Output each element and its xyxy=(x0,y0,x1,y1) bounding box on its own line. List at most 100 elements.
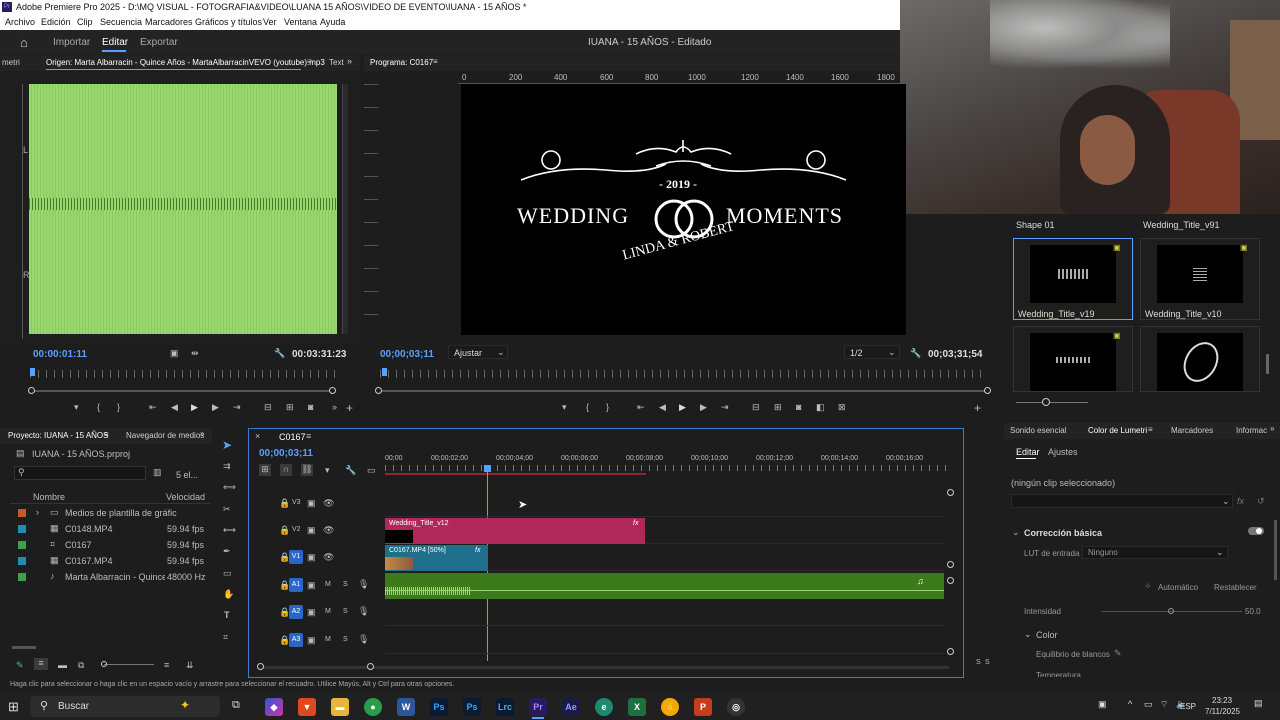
solo-button[interactable]: S xyxy=(343,581,348,588)
powerpoint-icon[interactable]: P xyxy=(694,698,712,716)
subtab-ajustes[interactable]: Ajustes xyxy=(1048,447,1078,457)
pencil-icon[interactable]: ✎ xyxy=(16,660,24,671)
go-to-out-icon[interactable]: ⇥ xyxy=(233,402,241,413)
clock-time[interactable]: 23:23 xyxy=(1212,696,1232,705)
windows-start-icon[interactable]: ⊞ xyxy=(8,699,19,715)
language-indicator[interactable]: ESP xyxy=(1180,702,1196,711)
timeline-h-scrollbar[interactable] xyxy=(259,666,949,669)
sync-icon[interactable]: ▣ xyxy=(307,607,316,618)
play-icon[interactable]: ▶ xyxy=(191,402,198,413)
nest-icon[interactable]: ⊞ xyxy=(259,464,271,476)
list-view-icon[interactable]: ≡ xyxy=(34,658,48,670)
source-timecode-in[interactable]: 00:00:01:11 xyxy=(33,349,87,360)
project-h-scrollbar[interactable] xyxy=(12,646,36,649)
mark-in-icon[interactable]: { xyxy=(586,402,589,412)
lift-icon[interactable]: ⊟ xyxy=(752,402,760,413)
export-frame-icon[interactable]: ◙ xyxy=(308,402,313,412)
section-toggle[interactable] xyxy=(1248,527,1264,535)
tab-metrics[interactable]: metri xyxy=(2,58,20,67)
timeline-ruler[interactable]: 00;00 00;00;02;00 00;00;04;00 00;00;06;0… xyxy=(385,449,950,477)
graphic-tile-v19[interactable]: ▣ Wedding_Title_v19 xyxy=(1013,238,1133,320)
solo-button[interactable]: S xyxy=(343,608,348,615)
program-zoom-left-handle[interactable] xyxy=(375,387,382,394)
auto-button[interactable]: Automático xyxy=(1158,583,1198,592)
step-back-icon[interactable]: ◀ xyxy=(659,402,666,413)
camera-icon[interactable]: ▣ xyxy=(170,348,179,359)
menu-secuencia[interactable]: Secuencia xyxy=(100,17,142,27)
eye-icon[interactable]: 👁 xyxy=(323,525,334,536)
eye-icon[interactable]: 👁 xyxy=(323,498,334,509)
intensity-slider-handle[interactable] xyxy=(1168,608,1174,614)
timeline-menu-icon[interactable]: ≡ xyxy=(306,431,311,441)
mic-icon[interactable]: 🎙 xyxy=(358,579,369,590)
marker-icon[interactable]: ▾ xyxy=(562,402,567,413)
snap-icon[interactable]: ∩ xyxy=(280,464,292,476)
icon-view-icon[interactable]: ▬ xyxy=(58,660,67,670)
program-zoom-bar[interactable] xyxy=(380,390,990,392)
reset-icon[interactable]: ↺ xyxy=(1257,496,1265,507)
marker-icon[interactable]: ▾ xyxy=(74,402,79,413)
sync-icon[interactable]: ▣ xyxy=(307,580,316,591)
sync-icon[interactable]: ▣ xyxy=(307,635,316,646)
eye-icon[interactable]: 👁 xyxy=(323,552,334,563)
menu-marcadores[interactable]: Marcadores xyxy=(145,17,193,27)
task-view-icon[interactable]: ⧉ xyxy=(232,699,240,712)
lightroom-icon[interactable]: Lrc xyxy=(496,698,514,716)
track-lane-v3[interactable] xyxy=(385,491,945,517)
go-to-out-icon[interactable]: ⇥ xyxy=(721,402,729,413)
tab-info[interactable]: Informac xyxy=(1236,426,1267,435)
menu-clip[interactable]: Clip xyxy=(77,17,93,27)
track-label[interactable]: V3 xyxy=(292,499,301,506)
wrench-icon[interactable]: 🔧 xyxy=(910,348,921,359)
clock-date[interactable]: 7/11/2025 xyxy=(1205,707,1240,716)
fx-icon[interactable]: fx xyxy=(1237,496,1244,506)
go-to-in-icon[interactable]: ⇤ xyxy=(637,402,645,413)
mark-out-icon[interactable]: } xyxy=(117,402,120,412)
audio-scroll-top-handle[interactable] xyxy=(947,577,954,584)
wifi-icon[interactable]: ⌔ xyxy=(1160,699,1168,710)
menu-graficos[interactable]: Gráficos y títulos xyxy=(195,17,262,27)
lock-icon[interactable]: 🔒 xyxy=(279,498,290,509)
step-back-icon[interactable]: ◀ xyxy=(171,402,178,413)
copilot-icon[interactable]: ◆ xyxy=(265,698,283,716)
chrome-icon[interactable]: ● xyxy=(364,698,382,716)
step-forward-icon[interactable]: ▶ xyxy=(700,402,707,413)
type-tool-icon[interactable]: T xyxy=(224,610,230,620)
h-scroll-left-handle[interactable] xyxy=(257,663,264,670)
fit-select[interactable]: Ajustar ⌄ xyxy=(448,345,508,359)
step-icon[interactable]: ⇹ xyxy=(191,348,199,359)
ripple-edit-icon[interactable]: ⟺ xyxy=(223,482,236,493)
app-circle-icon[interactable]: ○ xyxy=(661,698,679,716)
sync-icon[interactable]: ▣ xyxy=(307,498,316,509)
razor-icon[interactable]: ✂ xyxy=(223,504,231,515)
linked-selection-icon[interactable]: ⛓ xyxy=(301,464,313,476)
source-zoom-right-handle[interactable] xyxy=(329,387,336,394)
wrench-icon[interactable]: 🔧 xyxy=(274,348,285,359)
lumetri-menu-icon[interactable]: ≡ xyxy=(1148,425,1153,434)
resolution-select[interactable]: 1/2 ⌄ xyxy=(844,345,900,359)
reset-button[interactable]: Restablecer xyxy=(1214,583,1257,592)
program-video-frame[interactable]: - 2019 - WEDDING MOMENTS LINDA & ROBERT xyxy=(461,84,906,335)
clip-video-c0167[interactable]: C0167.MP4 [50%] fx xyxy=(385,545,488,571)
meter-solo-label[interactable]: S xyxy=(976,659,981,666)
brave-icon[interactable]: ▼ xyxy=(298,698,316,716)
excel-icon[interactable]: X xyxy=(628,698,646,716)
after-effects-icon[interactable]: Ae xyxy=(562,698,580,716)
lumetri-scrollbar[interactable] xyxy=(1274,520,1277,580)
clip-wedding-title[interactable]: Wedding_Title_v12 fx xyxy=(385,518,645,544)
track-select-icon[interactable]: ⇉ xyxy=(223,461,231,472)
panel-overflow-icon[interactable]: » xyxy=(347,56,352,66)
tab-program[interactable]: Programa: C0167 xyxy=(370,58,433,67)
graphic-tile-4[interactable] xyxy=(1140,326,1260,392)
source-zoom-bar[interactable] xyxy=(30,390,335,392)
tab-text[interactable]: Text xyxy=(329,58,344,67)
intensity-value[interactable]: 50.0 xyxy=(1245,607,1261,616)
go-to-in-icon[interactable]: ⇤ xyxy=(149,402,157,413)
sync-icon[interactable]: ▣ xyxy=(307,525,316,536)
extract-icon[interactable]: ⊞ xyxy=(774,402,782,413)
program-menu-icon[interactable]: ≡ xyxy=(433,57,438,66)
graphics-scrollbar[interactable] xyxy=(1266,354,1269,374)
color-expand-icon[interactable]: ⌄ xyxy=(1024,629,1032,640)
clip-audio-music[interactable]: ♫ xyxy=(385,573,944,599)
work-area-bar[interactable] xyxy=(385,473,646,475)
